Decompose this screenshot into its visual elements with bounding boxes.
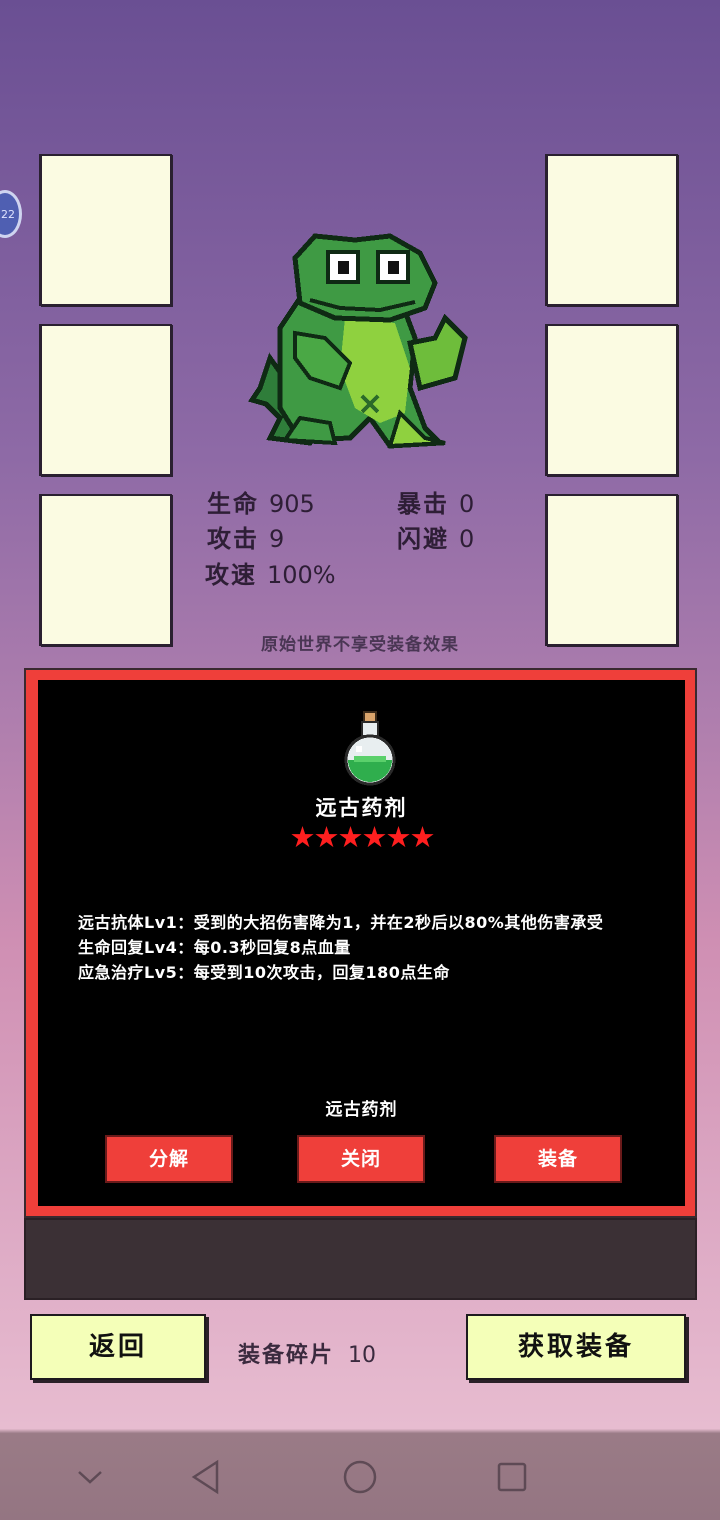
recents-icon [497,1462,527,1492]
item-star-rating: ★★★★★★ [289,820,436,854]
close-button[interactable]: 关闭 [297,1135,425,1183]
item-detail-content: 远古药剂 ★★★★★★ 远古抗体Lv1：受到的大招伤害降为1，并在2秒后以80%… [38,680,685,1206]
back-button[interactable]: 返回 [30,1314,206,1380]
fragments-count: 10 [348,1343,377,1368]
decompose-button[interactable]: 分解 [105,1135,233,1183]
chevron-down-icon [78,1471,102,1484]
fragments-label: 装备碎片 [238,1343,335,1368]
equipment-slot-left-3[interactable] [40,494,172,646]
green-potion-icon [344,711,396,786]
avatar-badge: 22 [1,208,15,221]
back-icon [191,1459,219,1495]
stat-attack-value: 9 [269,525,285,553]
floating-avatar-button[interactable]: 22 [0,190,22,238]
equipment-slot-right-3[interactable] [546,494,678,646]
stat-hp-label: 生命 [207,490,259,518]
equip-button[interactable]: 装备 [494,1135,622,1183]
stat-attack: 攻击 9 [207,519,284,554]
equipment-slot-left-1[interactable] [40,154,172,306]
nav-back-button[interactable] [166,1434,246,1520]
stat-dodge: 闪避 0 [397,519,474,554]
frog-character [248,233,468,449]
collapse-button[interactable] [50,1434,130,1520]
original-world-notice: 原始世界不享受装备效果 [261,635,459,655]
stat-dodge-label: 闪避 [397,525,449,553]
nav-recents-button[interactable] [472,1434,552,1520]
stat-crit: 暴击 0 [397,484,474,519]
item-name-footer: 远古药剂 [325,1100,398,1120]
nav-home-button[interactable] [320,1434,400,1520]
stat-attack-label: 攻击 [207,525,259,553]
inventory-strip [24,1218,697,1300]
item-skill-line: 生命回复Lv4：每0.3秒回复8点血量 [78,938,351,957]
item-description: 远古抗体Lv1：受到的大招伤害降为1，并在2秒后以80%其他伤害承受 生命回复L… [78,910,658,985]
item-skill-line: 远古抗体Lv1：受到的大招伤害降为1，并在2秒后以80%其他伤害承受 [78,913,604,932]
stat-crit-label: 暴击 [397,490,449,518]
equipment-fragments: 装备碎片 10 [238,1337,376,1369]
equipment-slot-left-2[interactable] [40,324,172,476]
stat-hp-value: 905 [269,490,315,518]
stat-dodge-value: 0 [459,525,475,553]
home-icon [343,1460,377,1494]
system-navigation-bar [0,1434,720,1520]
stat-attack-speed-value: 100% [267,561,336,589]
item-title: 远古药剂 [315,796,408,820]
equipment-slot-right-1[interactable] [546,154,678,306]
equipment-slot-right-2[interactable] [546,324,678,476]
get-equipment-button[interactable]: 获取装备 [466,1314,686,1380]
stat-attack-speed-label: 攻速 [205,561,257,589]
item-skill-line: 应急治疗Lv5：每受到10次攻击，回复180点生命 [78,963,450,982]
stat-hp: 生命 905 [207,484,315,519]
stat-crit-value: 0 [459,490,475,518]
stat-attack-speed: 攻速 100% [205,555,336,590]
item-detail-panel: 远古药剂 ★★★★★★ 远古抗体Lv1：受到的大招伤害降为1，并在2秒后以80%… [24,668,697,1218]
